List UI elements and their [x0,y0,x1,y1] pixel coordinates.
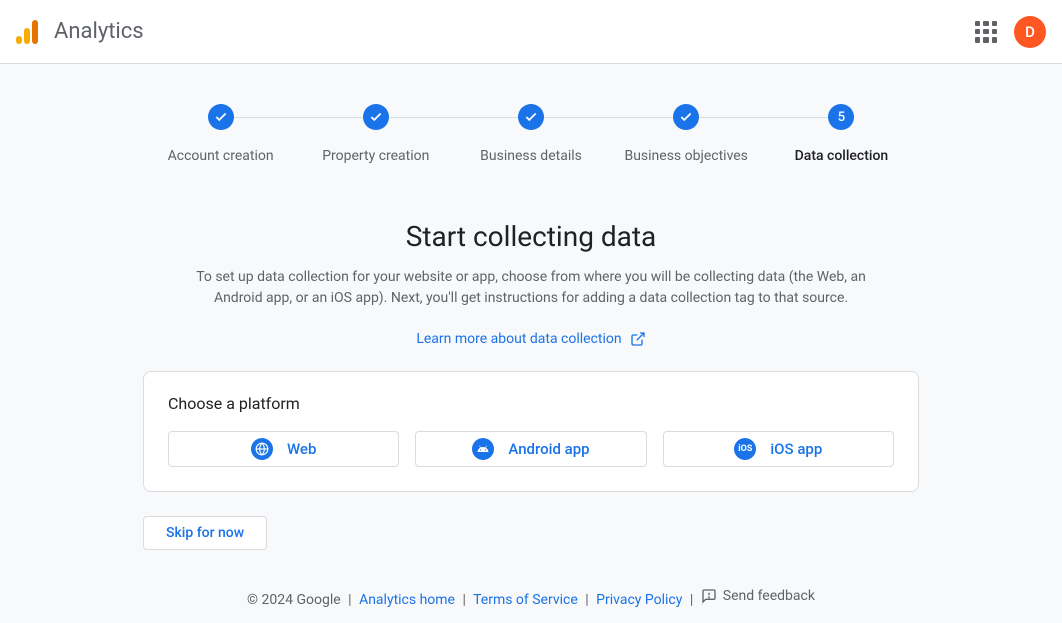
analytics-home-link[interactable]: Analytics home [359,592,455,608]
skip-button[interactable]: Skip for now [143,516,267,550]
user-avatar[interactable]: D [1014,16,1046,48]
learn-more-label: Learn more about data collection [416,331,621,347]
feedback-label: Send feedback [723,588,815,604]
terms-link[interactable]: Terms of Service [473,592,578,608]
apps-grid-icon[interactable] [974,20,998,44]
external-link-icon [630,331,646,347]
platform-card: Choose a platform Web Android app iOS iO… [143,371,919,492]
check-icon [518,104,544,130]
check-icon [673,104,699,130]
step-business-objectives: Business objectives [609,104,764,164]
globe-icon [251,438,273,460]
step-business-details: Business details [453,104,608,164]
step-label: Business details [480,148,582,164]
feedback-icon [701,588,717,604]
platform-web-label: Web [287,440,316,458]
main-content: Account creation Property creation Busin… [0,64,1062,623]
send-feedback-button[interactable]: Send feedback [701,588,815,604]
platform-android-button[interactable]: Android app [415,431,646,467]
step-label: Account creation [168,148,274,164]
footer: © 2024 Google | Analytics home | Terms o… [0,588,1062,608]
platform-web-button[interactable]: Web [168,431,399,467]
learn-more-link[interactable]: Learn more about data collection [0,331,1062,347]
platform-options: Web Android app iOS iOS app [168,431,894,467]
check-icon [363,104,389,130]
copyright-text: © 2024 Google [247,592,341,608]
ios-icon: iOS [734,438,756,460]
step-property-creation: Property creation [298,104,453,164]
android-icon [472,438,494,460]
platform-title: Choose a platform [168,394,894,413]
header-right: D [974,16,1046,48]
setup-stepper: Account creation Property creation Busin… [143,104,919,164]
check-icon [208,104,234,130]
app-header: Analytics D [0,0,1062,64]
app-title: Analytics [54,19,144,44]
page-description: To set up data collection for your websi… [191,267,871,309]
step-label: Data collection [795,148,889,164]
platform-ios-button[interactable]: iOS iOS app [663,431,894,467]
privacy-link[interactable]: Privacy Policy [596,592,682,608]
step-number: 5 [828,104,854,130]
step-label: Business objectives [624,148,747,164]
step-data-collection: 5 Data collection [764,104,919,164]
step-account-creation: Account creation [143,104,298,164]
platform-ios-label: iOS app [770,440,822,458]
header-left: Analytics [16,19,144,44]
step-label: Property creation [322,148,429,164]
page-title: Start collecting data [0,220,1062,253]
analytics-logo-icon [16,20,40,44]
platform-android-label: Android app [508,440,589,458]
